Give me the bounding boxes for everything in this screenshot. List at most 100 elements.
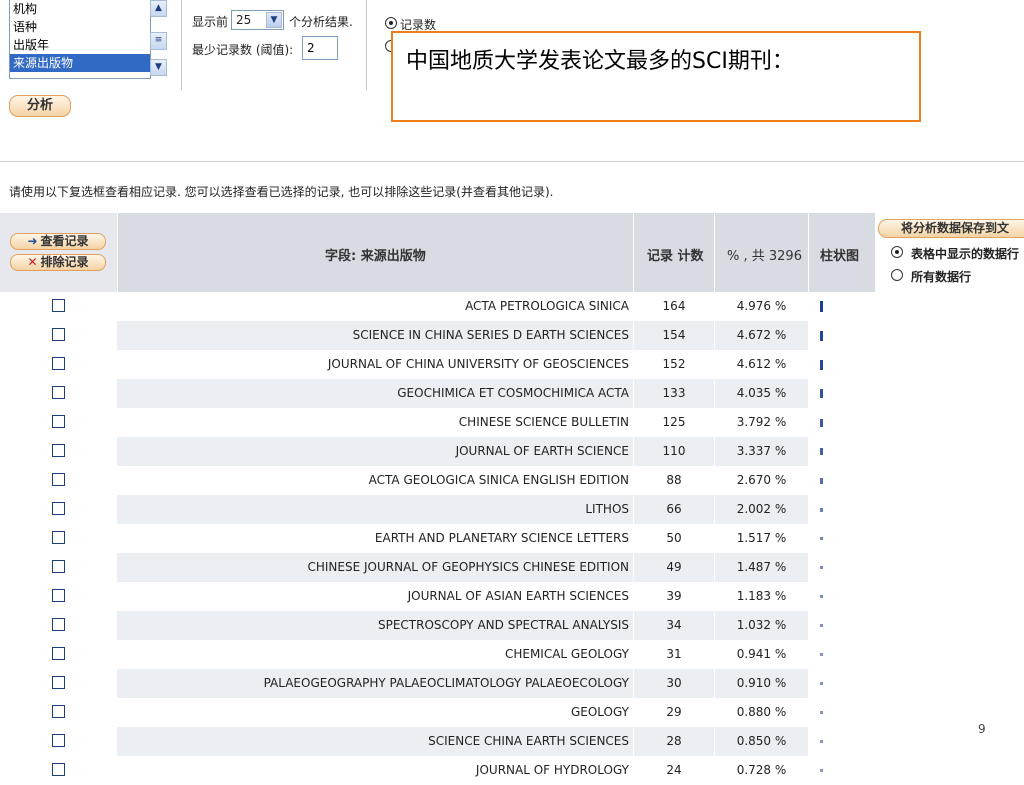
source-title: GEOCHIMICA ET COSMOCHIMICA ACTA [397,386,629,400]
row-checkbox[interactable] [52,676,65,689]
exclude-records-label: 排除记录 [40,255,89,269]
row-checkbox[interactable] [52,647,65,660]
record-count: 29 [666,705,682,719]
source-title-cell: ACTA PETROLOGICA SINICA [117,292,633,321]
row-checkbox[interactable] [52,473,65,486]
divider [0,161,1024,162]
record-percent: 4.672 % [736,328,787,342]
percent-cell: 4.976 % [715,292,808,321]
table-row: SCIENCE CHINA EARTH SCIENCES 28 0.850 % [0,727,875,756]
percent-bar [820,360,823,370]
row-checkbox[interactable] [52,386,65,399]
instructions-text: 请使用以下复选框查看相应记录. 您可以选择查看已选择的记录, 也可以排除这些记录… [9,185,554,199]
row-checkbox[interactable] [52,763,65,776]
row-checkbox[interactable] [52,328,65,341]
callout-text: 中国地质大学发表论文最多的SCI期刊： [406,49,794,74]
save-all-rows-radio[interactable] [891,269,903,281]
percent-cell: 1.032 % [715,611,808,640]
row-select-cell [0,292,117,321]
source-title-cell: JOURNAL OF CHINA UNIVERSITY OF GEOSCIENC… [117,350,633,379]
source-title-cell: JOURNAL OF EARTH SCIENCE [117,437,633,466]
record-count-cell: 133 [634,379,714,408]
source-title: ACTA GEOLOGICA SINICA ENGLISH EDITION [368,473,629,487]
field-option-source-title[interactable]: 来源出版物 [10,54,150,72]
table-row: SPECTROSCOPY AND SPECTRAL ANALYSIS 34 1.03… [0,611,875,640]
record-percent: 1.487 % [736,560,787,574]
row-checkbox[interactable] [52,357,65,370]
percent-cell: 3.792 % [715,408,808,437]
row-checkbox[interactable] [52,444,65,457]
field-listbox-scrollbar[interactable]: ▲ ≡ ▼ [150,0,168,78]
bar-cell [809,495,875,524]
source-title: ACTA PETROLOGICA SINICA [465,299,629,313]
percent-cell: 0.941 % [715,640,808,669]
count-header-label: 记录 计数 [647,249,704,264]
exclude-records-button[interactable]: ✕ 排除记录 [10,254,106,271]
bar-cell [809,408,875,437]
percent-bar [820,711,823,714]
bar-cell [809,698,875,727]
row-checkbox[interactable] [52,560,65,573]
scroll-thumb[interactable]: ≡ [150,32,167,50]
row-checkbox[interactable] [52,589,65,602]
bar-cell [809,524,875,553]
save-all-rows-label: 所有数据行 [911,270,972,284]
row-checkbox[interactable] [52,618,65,631]
scroll-down-icon[interactable]: ▼ [150,59,167,76]
scroll-up-icon[interactable]: ▲ [150,0,167,17]
divider [366,0,367,90]
table-row: JOURNAL OF HYDROLOGY 24 0.728 % [0,756,875,785]
source-title: JOURNAL OF CHINA UNIVERSITY OF GEOSCIENC… [327,357,629,371]
field-option-institution[interactable]: 机构 [10,0,150,18]
percent-bar [820,419,823,427]
record-count: 125 [662,415,686,429]
percent-cell: 0.850 % [715,727,808,756]
bar-cell [809,379,875,408]
record-count-cell: 110 [634,437,714,466]
row-checkbox[interactable] [52,299,65,312]
bar-cell [809,669,875,698]
bar-cell [809,640,875,669]
view-records-button[interactable]: ➜ 查看记录 [10,233,106,250]
table-row: EARTH AND PLANETARY SCIENCE LETTERS 50 1.5… [0,524,875,553]
field-option-language[interactable]: 语种 [10,18,150,36]
record-count-cell: 29 [634,698,714,727]
percent-cell: 4.612 % [715,350,808,379]
source-title: CHINESE SCIENCE BULLETIN [458,415,629,429]
record-count: 50 [666,531,682,545]
display-count-select[interactable]: 25 ▼ [231,10,284,30]
row-checkbox[interactable] [52,415,65,428]
source-title: SPECTROSCOPY AND SPECTRAL ANALYSIS [377,618,629,632]
record-count: 34 [666,618,682,632]
source-title-cell: JOURNAL OF ASIAN EARTH SCIENCES [117,582,633,611]
threshold-input[interactable] [302,36,338,60]
analyze-button[interactable]: 分析 [9,95,71,117]
save-analysis-button[interactable]: 将分析数据保存到文 [878,219,1024,238]
percent-bar [820,740,823,743]
record-count-cell: 164 [634,292,714,321]
chevron-down-icon[interactable]: ▼ [266,12,282,28]
record-count-cell: 39 [634,582,714,611]
row-checkbox[interactable] [52,531,65,544]
source-title-cell: LITHOS [117,495,633,524]
chart-header-label: 柱状图 [820,249,860,264]
table-row: GEOCHIMICA ET COSMOCHIMICA ACTA 133 4.035 … [0,379,875,408]
row-checkbox[interactable] [52,502,65,515]
table-row: ACTA GEOLOGICA SINICA ENGLISH EDITION 88 2… [0,466,875,495]
source-title: CHINESE JOURNAL OF GEOPHYSICS CHINESE ED… [307,560,629,574]
percent-cell: 0.880 % [715,698,808,727]
row-checkbox[interactable] [52,734,65,747]
table-header-chart: 柱状图 [809,213,875,292]
percent-bar [820,508,823,512]
row-checkbox[interactable] [52,705,65,718]
row-select-cell [0,669,117,698]
field-option-publication-year[interactable]: 出版年 [10,36,150,54]
sort-by-count-radio[interactable] [385,17,397,29]
save-displayed-rows-radio[interactable] [891,246,903,258]
record-count-cell: 152 [634,350,714,379]
percent-bar [820,537,823,540]
field-listbox[interactable]: 机构 语种 出版年 来源出版物 [9,0,151,79]
record-count-cell: 49 [634,553,714,582]
source-title-cell: CHINESE JOURNAL OF GEOPHYSICS CHINESE ED… [117,553,633,582]
percent-cell: 3.337 % [715,437,808,466]
